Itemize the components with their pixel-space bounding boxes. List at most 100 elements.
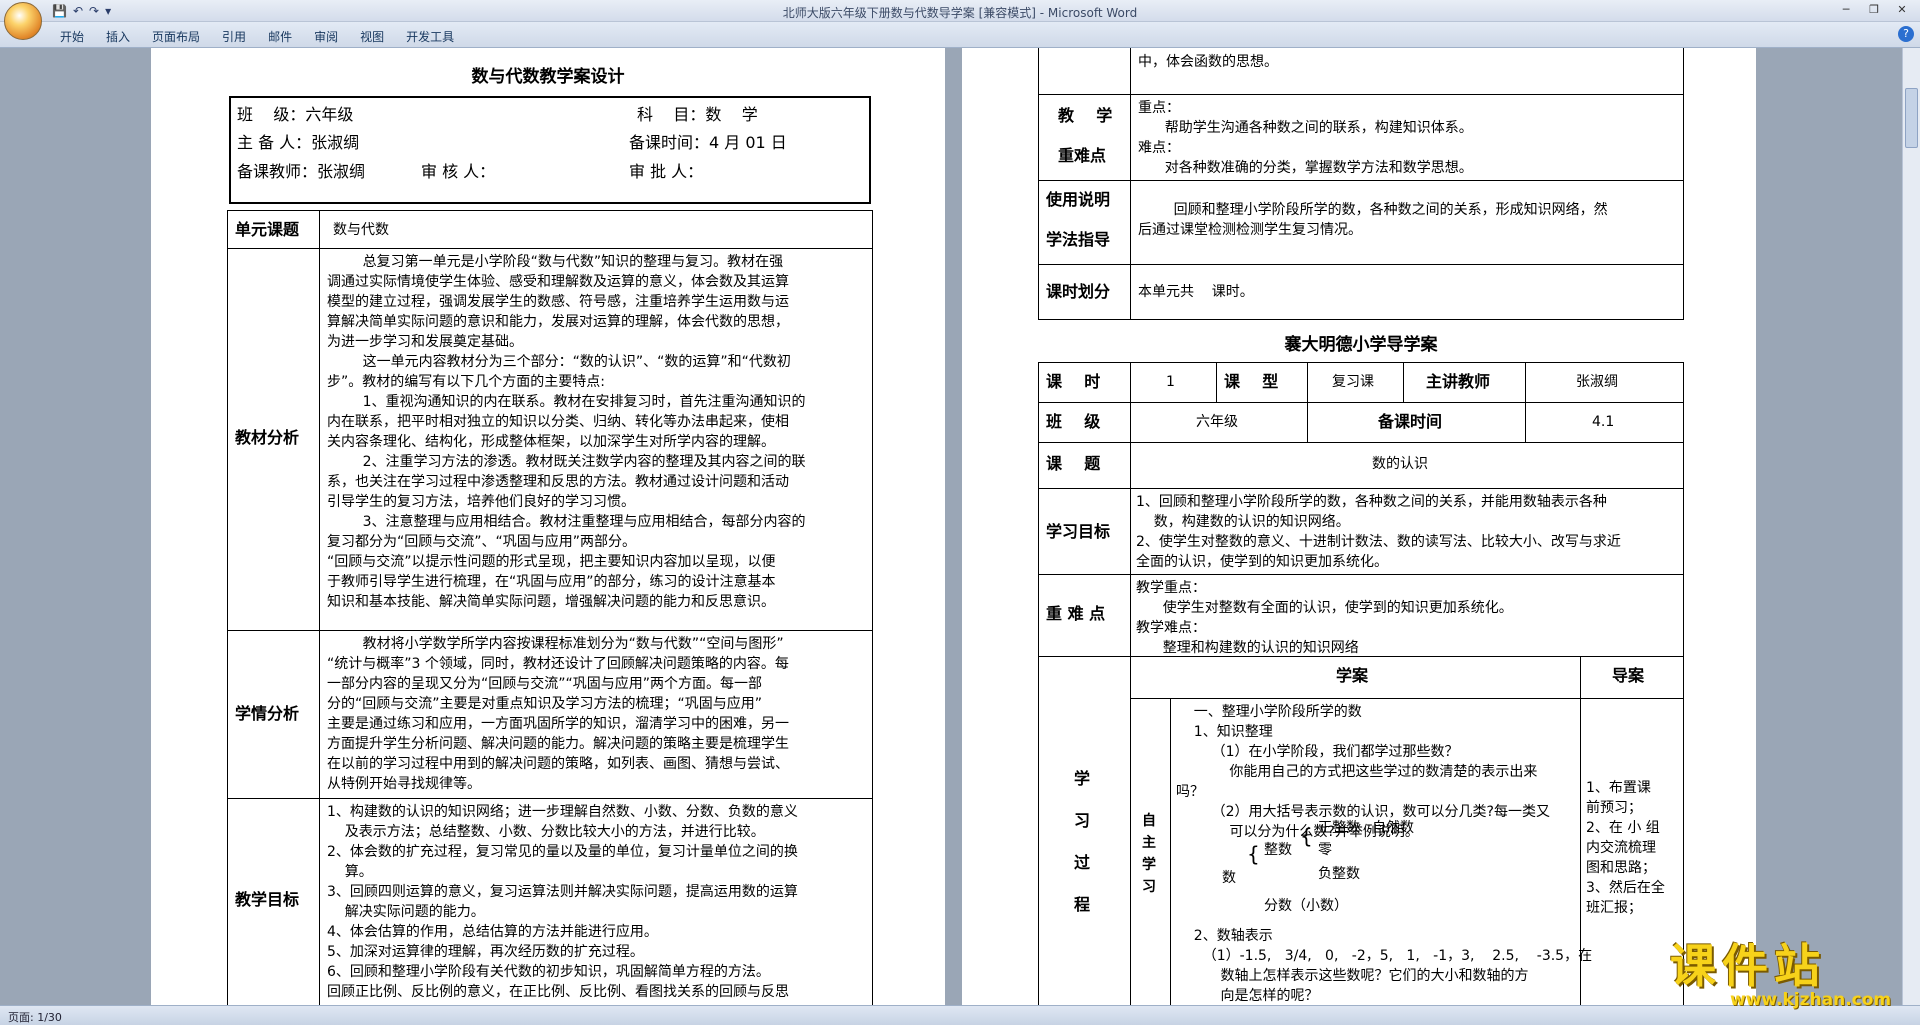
xxmb-label: 学习目标: [1046, 522, 1111, 541]
xa-text: 一、整理小学阶段所学的数 1、知识整理 （1）在小学阶段，我们都学过那些数？ 你…: [1176, 702, 1550, 842]
text-line: 4、体会估算的作用，总结估算的方法并能进行应用。: [327, 924, 658, 940]
text-line: 教学难点：: [1136, 620, 1206, 636]
customize-icon[interactable]: ▾: [105, 4, 111, 18]
subject-field: 科 目：数 学: [637, 105, 758, 124]
ribbon-tab-4[interactable]: 邮件: [268, 28, 292, 45]
jcfx-text: 总复习第一单元是小学阶段“数与代数”知识的整理与复习。教材在强 调通过实际情境使学…: [327, 252, 806, 612]
quick-access-toolbar: 💾 ↶ ↷ ▾: [52, 4, 111, 18]
close-icon[interactable]: ✕: [1890, 2, 1914, 18]
xxgc-label: 学习过程: [1074, 758, 1090, 926]
document-area: 数与代数教学案设计 班 级：六年级 科 目：数 学 主 备 人：张淑绸 备课时间…: [0, 48, 1902, 1005]
text-line: 1、知识整理: [1176, 724, 1273, 740]
ks-value: 本单元共 课时。: [1138, 284, 1254, 300]
title-bar: 北师大版六年级下册数与代数导学案 [兼容模式] - Microsoft Word…: [0, 0, 1920, 22]
tree-fenshu: 分数（小数）: [1264, 898, 1348, 914]
preparer-field: 主 备 人：张淑绸: [237, 133, 360, 152]
text-line: 教学重点：: [1136, 580, 1206, 596]
text-line: 程: [1074, 895, 1091, 914]
text-line: 1、构建数的认识的知识网络；进一步理解自然数、小数、分数、负数的意义: [327, 804, 798, 820]
ribbon-tab-5[interactable]: 审阅: [314, 28, 338, 45]
ribbon-tab-7[interactable]: 开发工具: [406, 28, 454, 45]
ks-label: 课时划分: [1046, 282, 1111, 301]
text-line: 1、布置课: [1586, 780, 1651, 796]
text-line: 数，构建数的认识的知识网络。: [1136, 514, 1350, 530]
text-line: 引导学生的复习方法，培养他们良好的学习习惯。: [327, 494, 635, 510]
page-indicator: 页面: 1/30: [8, 1011, 62, 1024]
vertical-scrollbar[interactable]: [1902, 48, 1920, 1005]
text-line: 5、加深对运算律的理解，再次经历数的扩充过程。: [327, 944, 644, 960]
text-line: 调通过实际情境使学生体验、感受和理解数及运算的意义，体会数及其运算: [327, 274, 789, 290]
tree-ling: 零: [1318, 842, 1332, 858]
text-line: 2、注重学习方法的渗透。教材既关注数学内容的整理及其内容之间的联: [327, 454, 806, 470]
save-icon[interactable]: 💾: [52, 4, 67, 18]
text-line: 帮助学生沟通各种数之间的联系，构建知识体系。: [1138, 120, 1473, 136]
xqfx-label: 学情分析: [235, 704, 300, 723]
zj-value: 张淑绸: [1576, 374, 1618, 390]
xxmb-text: 1、回顾和整理小学阶段所学的数，各种数之间的关系，并能用数轴表示各种 数，构建数…: [1136, 492, 1621, 572]
text-line: 在以前的学习过程中用到的解决问题的策略，如列表、画图、猜想与尝试、: [327, 756, 789, 772]
top-line: 中，体会函数的思想。: [1138, 54, 1278, 70]
text-line: 解决实际问题的能力。: [327, 904, 485, 920]
text-line: 习: [1074, 811, 1091, 830]
text-line: 总复习第一单元是小学阶段“数与代数”知识的整理与复习。教材在强: [327, 254, 784, 270]
xqfx-text: 教材将小学数学所学内容按课程标准划分为“数与代数”“空间与图形” “统计与概率”3…: [327, 634, 789, 794]
undo-icon[interactable]: ↶: [73, 4, 83, 18]
text-line: 从特例开始寻找规律等。: [327, 776, 481, 792]
watermark: 课件站 www.kjzhan.com: [1670, 930, 1891, 1010]
page-2: 中，体会函数的思想。 教 学 重难点 重点： 帮助学生沟通各种数之间的联系，构建…: [962, 48, 1756, 1005]
text-line: 学: [1142, 857, 1156, 873]
prep-time-field: 备课时间：4 月 01 日: [629, 133, 787, 152]
tree-zhengshu: 整数: [1264, 842, 1292, 858]
text-line: 内在联系，把平时相对独立的知识以分类、归纳、转化等办法串起来，使相: [327, 414, 789, 430]
ribbon-tab-2[interactable]: 页面布局: [152, 28, 200, 45]
text-line: 整理和构建数的认识的知识网络: [1136, 640, 1359, 656]
brace-2: {: [1300, 824, 1313, 848]
text-line: 你能用自己的方式把这些学过的数清楚的表示出来: [1176, 764, 1538, 780]
ribbon-tab-6[interactable]: 视图: [360, 28, 384, 45]
unit-value: 数与代数: [333, 222, 389, 238]
office-button[interactable]: [4, 2, 42, 40]
class-field: 班 级：六年级: [237, 105, 354, 124]
text-line: 6、回顾和整理小学阶段有关代数的初步知识，巩固解简单方程的方法。: [327, 964, 770, 980]
status-bar: 页面: 1/30: [0, 1005, 1920, 1025]
watermark-url: www.kjzhan.com: [1730, 990, 1892, 1010]
kx-label: 课 型: [1224, 372, 1279, 391]
da-head: 导案: [1612, 666, 1645, 685]
text-line: 算。: [327, 864, 373, 880]
xa-text-2: 2、数轴表示 （1）-1.5, 3/4, 0, -2，5, 1, -1，3, 2…: [1176, 926, 1592, 1005]
sm-label-1: 使用说明: [1046, 190, 1111, 209]
text-line: 2、体会数的扩充过程，复习常见的量以及量的单位，复习计量单位之间的换: [327, 844, 798, 860]
text-line: 后通过课堂检测检测学生复习情况。: [1138, 222, 1362, 238]
ribbon-tab-3[interactable]: 引用: [222, 28, 246, 45]
xa-head: 学案: [1336, 666, 1369, 685]
text-line: 对各种数准确的分类，掌握数学方法和数学思想。: [1138, 160, 1473, 176]
znd-label: 重 难 点: [1046, 604, 1106, 623]
ribbon-tab-1[interactable]: 插入: [106, 28, 130, 45]
znd-text: 教学重点： 使学生对整数有全面的认识，使学到的知识更加系统化。 教学难点： 整理和…: [1136, 578, 1513, 658]
text-line: （2）用大括号表示数的认识，数可以分几类?每一类又: [1176, 804, 1550, 820]
scroll-thumb[interactable]: [1905, 88, 1918, 148]
unit-label: 单元课题: [235, 220, 300, 239]
text-line: 1、重视沟通知识的内在联系。教材在安排复习时，首先注重沟通知识的: [327, 394, 806, 410]
text-line: 3、回顾四则运算的意义，复习运算法则并解决实际问题，提高运用数的运算: [327, 884, 798, 900]
sm-label-2: 学法指导: [1046, 230, 1111, 249]
text-line: 回顾正比例、反比例的意义，在正比例、反比例、看图找关系的回顾与反思: [327, 984, 789, 1000]
text-line: 内交流梳理: [1586, 840, 1656, 856]
ks-value-2: 1: [1166, 374, 1175, 390]
text-line: 数轴上怎样表示这些数呢？它们的大小和数轴的方: [1176, 968, 1529, 984]
redo-icon[interactable]: ↷: [89, 4, 99, 18]
jxmb-text: 1、构建数的认识的知识网络；进一步理解自然数、小数、分数、负数的意义 及表示方法…: [327, 802, 798, 1002]
text-line: 2、在 小 组: [1586, 820, 1660, 836]
minimize-icon[interactable]: ─: [1834, 2, 1858, 18]
kx-value: 复习课: [1332, 374, 1374, 390]
brace-1: {: [1247, 842, 1260, 866]
maximize-icon[interactable]: ❐: [1862, 2, 1886, 18]
text-line: （1）在小学阶段，我们都学过那些数？: [1176, 744, 1459, 760]
text-line: 方面提升学生分析问题、解决问题的能力。解决问题的策略主要是梳理学生: [327, 736, 789, 752]
tree-root: 数: [1222, 870, 1236, 886]
text-line: 及表示方法；总结整数、小数、分数比较大小的方法，并进行比较。: [327, 824, 765, 840]
ribbon-tab-0[interactable]: 开始: [60, 28, 84, 45]
text-line: 3、然后在全: [1586, 880, 1665, 896]
text-line: 重点：: [1138, 100, 1180, 116]
help-icon[interactable]: ?: [1898, 26, 1914, 42]
